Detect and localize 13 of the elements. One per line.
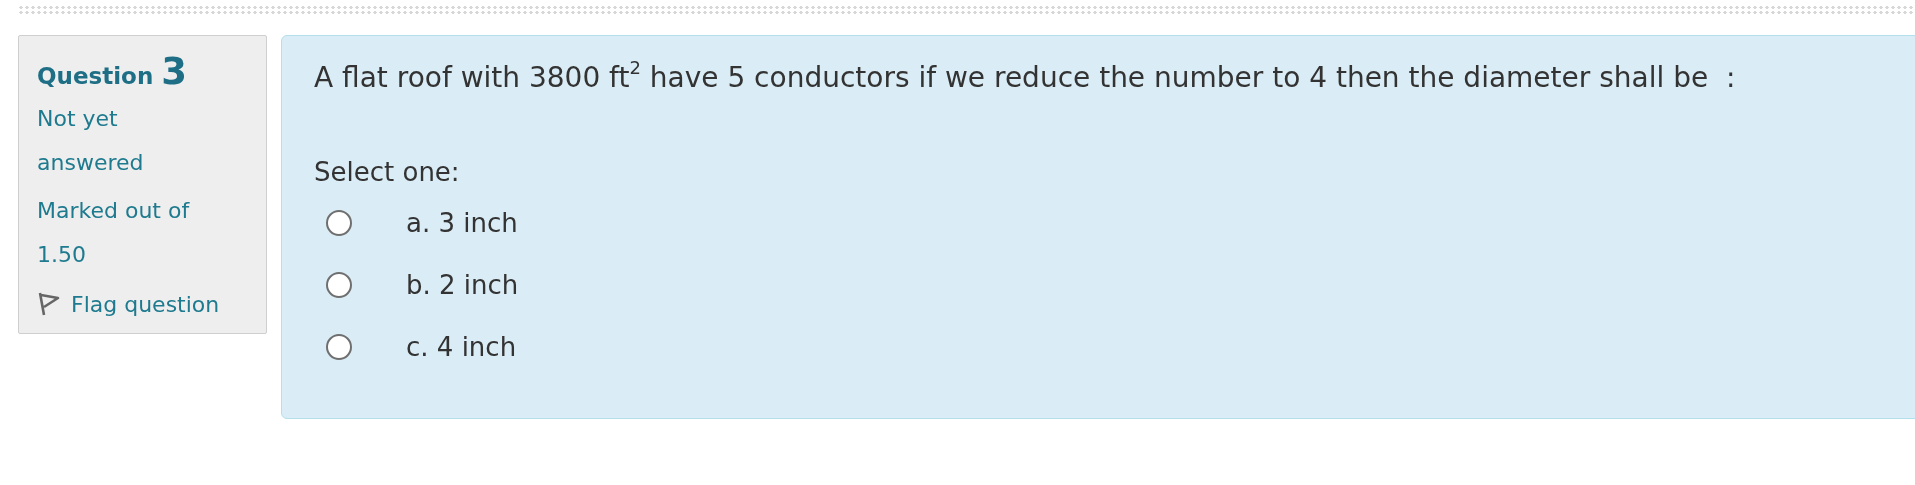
flag-question-link[interactable]: Flag question <box>37 291 250 317</box>
question-status: Not yet answered <box>37 105 145 177</box>
flag-icon <box>37 291 61 317</box>
select-prompt: Select one: <box>314 156 461 189</box>
option-label[interactable]: c. 4 inch <box>406 332 517 362</box>
radio-button[interactable] <box>326 272 352 298</box>
option-label[interactable]: b. 2 inch <box>406 270 519 300</box>
question-number: Question 3 <box>37 50 189 93</box>
question-marks: Marked out of 1.50 <box>37 197 191 269</box>
question-text: A flat roof with 3800 ft$^{2}$ have 5 conductors if we reduce the number to 4 then the diameter shall be : <box>314 58 1737 96</box>
radio-button[interactable] <box>326 334 352 360</box>
option-label[interactable]: a. 3 inch <box>406 208 518 238</box>
radio-button[interactable] <box>326 210 352 236</box>
